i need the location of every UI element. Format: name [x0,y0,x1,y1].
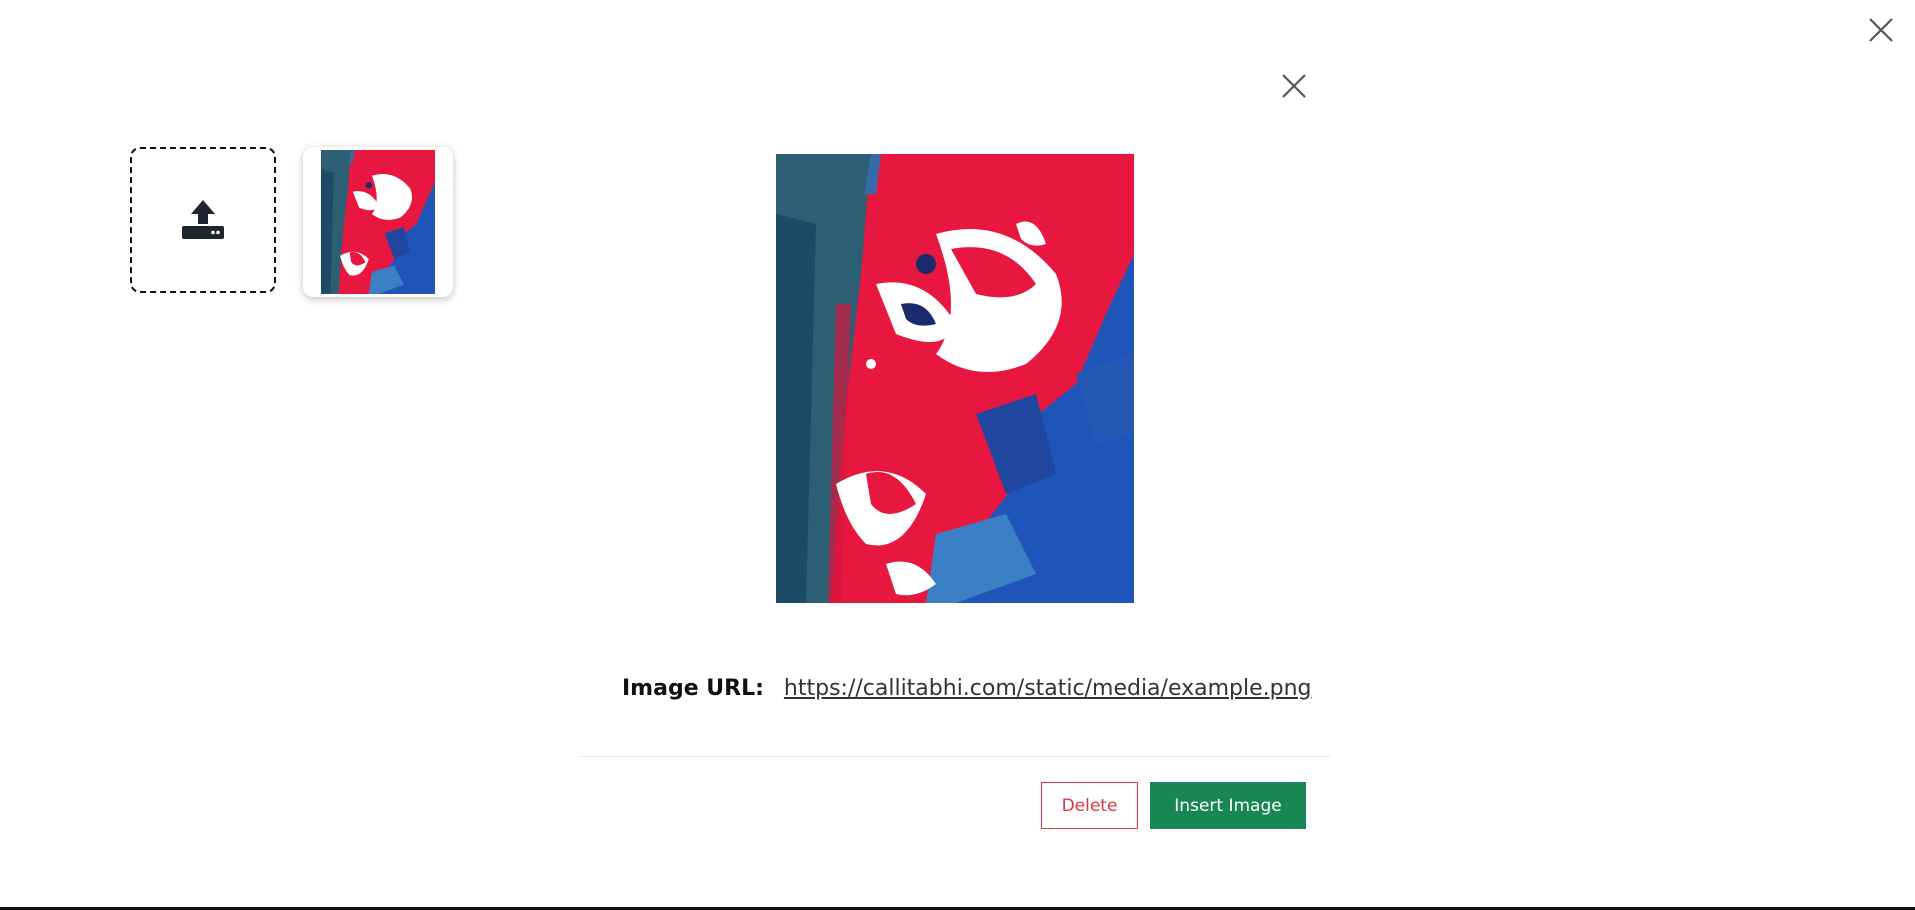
image-picker-page: Image URL: https://callitabhi.com/static… [0,0,1915,910]
image-url-label: Image URL: [622,676,764,701]
upload-icon [182,200,224,239]
thumbnail-artwork [321,150,435,294]
image-url-row: Image URL: https://callitabhi.com/static… [622,676,1312,701]
modal-close-button[interactable] [1278,70,1310,102]
footer-divider [580,756,1330,757]
preview-artwork [776,154,1134,603]
page-close-button[interactable] [1865,14,1897,46]
delete-button[interactable]: Delete [1041,782,1138,829]
close-icon [1869,18,1893,42]
upload-image-tile[interactable] [130,147,276,293]
close-icon [1282,74,1306,98]
image-thumbnail-tile[interactable] [303,147,453,297]
image-preview [776,154,1134,603]
image-url-link[interactable]: https://callitabhi.com/static/media/exam… [784,676,1312,701]
insert-image-button[interactable]: Insert Image [1150,782,1306,829]
